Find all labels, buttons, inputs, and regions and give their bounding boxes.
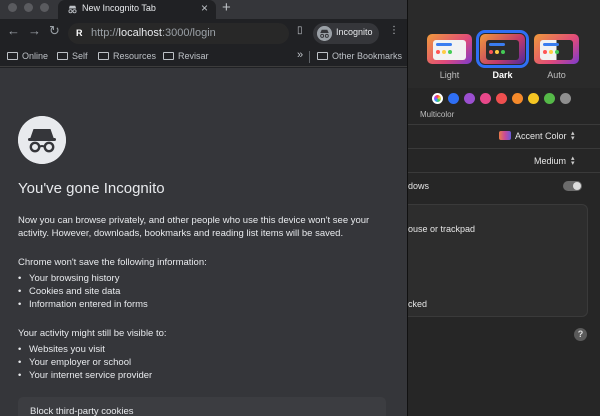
visible-title: Your activity might still be visible to: — [18, 328, 167, 339]
incognito-profile-button[interactable]: Incognito — [313, 23, 379, 44]
visible-list: Websites you visit Your employer or scho… — [18, 343, 152, 382]
divider — [408, 172, 600, 173]
theme-dark-label: Dark — [492, 70, 513, 80]
mouse-row-label: ouse or trackpad — [408, 224, 476, 234]
page-heading: You've gone Incognito — [18, 180, 165, 197]
profile-label: Incognito — [336, 27, 373, 37]
bookmark-self[interactable]: Self — [57, 51, 88, 61]
new-tab-button[interactable]: + — [222, 0, 231, 16]
swatch-green[interactable] — [544, 93, 555, 104]
divider — [408, 148, 600, 149]
bookmark-resources[interactable]: Resources — [98, 51, 156, 61]
close-window-button[interactable] — [8, 3, 17, 12]
reload-icon[interactable]: ↻ — [49, 23, 60, 39]
kebab-menu-icon[interactable]: ⋮ — [389, 25, 399, 36]
block-cookies-label: Block third-party cookies — [30, 406, 134, 416]
zoom-window-button[interactable] — [40, 3, 49, 12]
screen: Light Dark Auto Multicolor Accent Color … — [0, 0, 600, 416]
minimize-window-button[interactable] — [24, 3, 33, 12]
folder-icon — [163, 52, 174, 60]
list-item: Your browsing history — [18, 272, 148, 285]
wont-save-title: Chrome won't save the following informat… — [18, 257, 207, 268]
multicolor-label: Multicolor — [420, 110, 455, 119]
stepper-icon[interactable]: ▴ ▾ — [571, 155, 578, 167]
wont-save-list: Your browsing history Cookies and site d… — [18, 272, 148, 311]
bookmarks-separator — [309, 51, 310, 63]
incognito-page: You've gone Incognito Now you can browse… — [0, 68, 408, 416]
scroll-settings-box — [400, 204, 588, 317]
swatch-multicolor[interactable] — [432, 93, 443, 104]
list-item: Information entered in forms — [18, 298, 148, 311]
locked-row-label: cked — [408, 299, 428, 309]
swatch-graphite[interactable] — [560, 93, 571, 104]
theme-dark-thumb[interactable] — [476, 30, 529, 68]
stepper-icon[interactable]: ▴ ▾ — [571, 130, 578, 142]
arrow-left-icon[interactable]: ← — [7, 23, 20, 38]
incognito-avatar-icon — [317, 26, 332, 41]
tab-close-icon[interactable]: × — [201, 1, 208, 15]
help-button[interactable]: ? — [574, 328, 587, 341]
theme-light-label: Light — [439, 70, 460, 80]
tab-strip: New Incognito Tab × + — [0, 0, 408, 19]
folder-icon — [98, 52, 109, 60]
theme-auto-label: Auto — [547, 70, 566, 80]
incognito-icon — [68, 5, 77, 14]
bookmarks-bar: Online Self Resources Revisar » Other Bo… — [0, 47, 408, 67]
toolbar: ← → ↻ R http://localhost:3000/login ▯ In… — [0, 19, 408, 47]
tab-incognito[interactable]: New Incognito Tab × — [58, 0, 216, 19]
window-edge — [407, 0, 408, 416]
swatch-red[interactable] — [496, 93, 507, 104]
theme-auto-thumb[interactable] — [534, 34, 579, 64]
list-item: Websites you visit — [18, 343, 152, 356]
accent-color-chip — [499, 131, 511, 140]
swatch-yellow[interactable] — [528, 93, 539, 104]
windows-toggle[interactable] — [563, 181, 582, 191]
folder-icon — [7, 52, 18, 60]
list-item: Cookies and site data — [18, 285, 148, 298]
theme-light-thumb[interactable] — [427, 34, 472, 64]
site-info-icon[interactable]: R — [76, 28, 87, 39]
list-item: Your employer or school — [18, 356, 152, 369]
folder-icon — [57, 52, 68, 60]
tab-title: New Incognito Tab — [82, 3, 156, 13]
incognito-spy-icon — [18, 116, 66, 164]
bookmark-online[interactable]: Online — [7, 51, 48, 61]
swatch-orange[interactable] — [512, 93, 523, 104]
windows-row-label: dows — [408, 181, 430, 191]
list-item: Your internet service provider — [18, 369, 152, 382]
bookmark-other[interactable]: Other Bookmarks — [317, 51, 402, 61]
intro-text: Now you can browse privately, and other … — [18, 215, 370, 239]
accent-color-popup[interactable]: Accent Color — [515, 131, 567, 141]
bookmark-revisar[interactable]: Revisar — [163, 51, 209, 61]
divider — [408, 124, 600, 125]
swatch-purple[interactable] — [464, 93, 475, 104]
address-bar[interactable]: R http://localhost:3000/login — [68, 23, 289, 44]
folder-icon — [317, 52, 328, 60]
swatch-blue[interactable] — [448, 93, 459, 104]
bookmarks-overflow-button[interactable]: » — [297, 49, 303, 61]
side-panel-icon[interactable]: ▯ — [297, 25, 303, 36]
block-cookies-card[interactable]: Block third-party cookies — [18, 397, 386, 416]
arrow-right-icon[interactable]: → — [28, 23, 41, 38]
chrome-window: New Incognito Tab × + ← → ↻ R http://loc… — [0, 0, 408, 416]
url-text[interactable]: http://localhost:3000/login — [91, 27, 216, 39]
accent-swatches — [432, 93, 571, 104]
size-popup[interactable]: Medium — [534, 156, 566, 166]
swatch-pink[interactable] — [480, 93, 491, 104]
